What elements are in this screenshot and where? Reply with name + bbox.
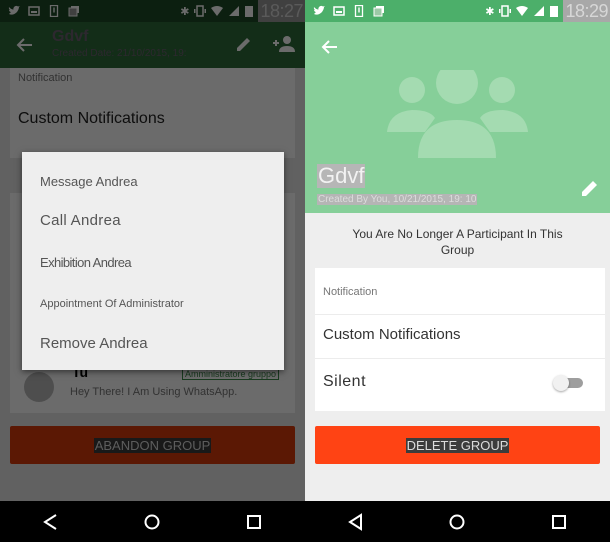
navigation-bar <box>0 501 305 542</box>
menu-item-label: Exhibition Andrea <box>40 255 132 270</box>
custom-notifications-item: Custom Notifications <box>323 326 461 343</box>
delete-group-button[interactable]: DELETE GROUP <box>315 426 600 464</box>
menu-item-message[interactable]: Message Andrea <box>22 174 284 189</box>
left-screen: ✱ 18:27 Gdvf Created Date: 21/10/2015, 1… <box>0 0 305 542</box>
twitter-icon <box>313 5 325 15</box>
group-title: Gdvf <box>317 163 366 188</box>
bluetooth-icon: ✱ <box>485 5 495 18</box>
toggle-thumb <box>553 375 569 391</box>
delete-group-label: DELETE GROUP <box>405 437 510 453</box>
nav-recents-button[interactable] <box>239 507 269 537</box>
menu-item-call[interactable]: Call Andrea <box>22 212 284 229</box>
download-icon <box>354 5 364 17</box>
home-icon <box>144 514 160 529</box>
back-icon <box>347 512 362 531</box>
nav-home-button[interactable] <box>442 507 472 537</box>
group-created-info: Created By You, 10/21/2015, 19: 10 <box>317 194 478 205</box>
menu-item-view[interactable]: Exhibition Andrea <box>22 255 284 270</box>
notification-card: Notification Custom Notifications Silent <box>315 268 605 411</box>
image-icon <box>333 6 345 16</box>
wifi-icon <box>516 6 529 16</box>
menu-item-label: Call Andrea <box>40 212 121 229</box>
right-screen: ✱ 18:29 Gdvf Created By You, 10/21/2015,… <box>305 0 610 542</box>
not-participant-message: You Are No Longer A Participant In This … <box>352 227 563 257</box>
menu-item-label: Appointment Of Administrator <box>40 298 184 310</box>
menu-item-label: Remove Andrea <box>40 335 148 352</box>
navigation-bar <box>305 501 610 542</box>
silent-label: Silent <box>323 373 367 390</box>
status-time: 18:29 <box>563 0 610 22</box>
nav-home-button[interactable] <box>137 507 167 537</box>
status-bar: ✱ 18:29 <box>305 0 610 22</box>
vibrate-icon <box>499 5 512 17</box>
notification-section-label: Notification <box>323 286 378 298</box>
silent-toggle[interactable] <box>553 375 585 391</box>
battery-icon <box>550 6 559 17</box>
edit-icon[interactable] <box>580 178 600 198</box>
back-icon <box>42 513 57 530</box>
recents-icon <box>552 514 567 529</box>
recents-icon <box>247 514 262 529</box>
participant-options-dialog: Message Andrea Call Andrea Exhibition An… <box>22 152 284 370</box>
photos-icon <box>373 6 384 17</box>
menu-item-label: Message Andrea <box>40 174 138 189</box>
group-header: Gdvf Created By You, 10/21/2015, 19: 10 <box>305 22 610 213</box>
nav-recents-button[interactable] <box>544 507 574 537</box>
group-avatar-icon <box>387 70 528 158</box>
menu-item-make-admin[interactable]: Appointment Of Administrator <box>22 298 284 310</box>
menu-item-remove[interactable]: Remove Andrea <box>22 335 284 352</box>
nav-back-button[interactable] <box>36 507 66 537</box>
home-icon <box>449 514 465 529</box>
back-arrow-icon[interactable] <box>319 36 341 58</box>
signal-icon <box>534 6 545 16</box>
nav-back-button[interactable] <box>341 507 371 537</box>
